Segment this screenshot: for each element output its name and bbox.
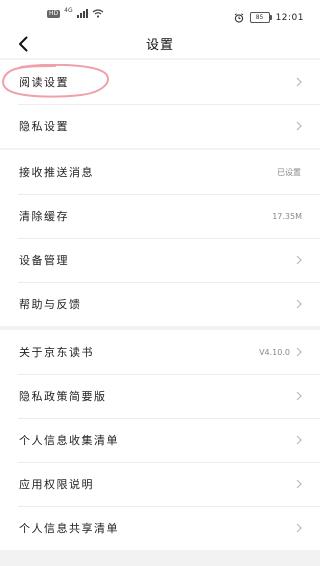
- settings-group-app: 接收推送消息 已设置 清除缓存 17.35M 设备管理 帮助与反馈: [0, 150, 320, 326]
- settings-item-label: 帮助与反馈: [19, 298, 82, 311]
- settings-item-label: 个人信息共享清单: [19, 522, 119, 535]
- chevron-right-icon: [296, 121, 302, 131]
- nav-bar: 设置: [0, 30, 320, 58]
- chevron-right-icon: [296, 479, 302, 489]
- settings-item-label: 设备管理: [19, 254, 69, 267]
- settings-item-devices[interactable]: 设备管理: [0, 238, 320, 282]
- settings-item-clear-cache[interactable]: 清除缓存 17.35M: [0, 194, 320, 238]
- settings-group-general: 阅读设置 隐私设置: [0, 60, 320, 148]
- hd-badge: HD: [47, 9, 61, 18]
- chevron-right-icon: [296, 523, 302, 533]
- app-version-value: V4.10.0: [259, 347, 290, 357]
- settings-item-label: 隐私政策简要版: [19, 390, 107, 403]
- network-type: 4G: [64, 7, 73, 14]
- settings-item-label: 清除缓存: [19, 210, 69, 223]
- chevron-right-icon: [296, 299, 302, 309]
- alarm-icon: [234, 8, 244, 27]
- clock: 12:01: [275, 12, 304, 23]
- chevron-right-icon: [296, 391, 302, 401]
- chevron-right-icon: [296, 77, 302, 87]
- settings-item-help[interactable]: 帮助与反馈: [0, 282, 320, 326]
- settings-item-privacy[interactable]: 隐私设置: [0, 104, 320, 148]
- settings-item-reading[interactable]: 阅读设置: [0, 60, 320, 104]
- status-right: 85 12:01: [234, 8, 304, 27]
- battery-icon: 85: [249, 12, 272, 23]
- status-left: HD 4G: [47, 7, 104, 18]
- settings-group-about: 关于京东读书 V4.10.0 隐私政策简要版 个人信息收集清单 应用权限说明 个…: [0, 330, 320, 550]
- settings-item-label: 应用权限说明: [19, 478, 94, 491]
- settings-item-about[interactable]: 关于京东读书 V4.10.0: [0, 330, 320, 374]
- chevron-right-icon: [296, 255, 302, 265]
- page-title: 设置: [145, 38, 174, 53]
- chevron-right-icon: [296, 435, 302, 445]
- settings-item-permissions[interactable]: 应用权限说明: [0, 462, 320, 506]
- settings-item-info-sharing[interactable]: 个人信息共享清单: [0, 506, 320, 550]
- signal-icon: [76, 9, 88, 18]
- settings-item-label: 阅读设置: [19, 76, 69, 89]
- wifi-icon: [92, 9, 104, 18]
- cache-size-value: 17.35M: [272, 211, 302, 221]
- push-status-value: 已设置: [277, 167, 301, 177]
- status-bar: HD 4G 85 12:01: [0, 0, 320, 30]
- chevron-right-icon: [296, 347, 302, 357]
- settings-item-label: 个人信息收集清单: [19, 434, 119, 447]
- settings-item-push[interactable]: 接收推送消息 已设置: [0, 150, 320, 194]
- settings-item-privacy-policy[interactable]: 隐私政策简要版: [0, 374, 320, 418]
- settings-item-label: 接收推送消息: [19, 166, 94, 179]
- settings-item-label: 关于京东读书: [19, 346, 94, 359]
- settings-item-info-collection[interactable]: 个人信息收集清单: [0, 418, 320, 462]
- settings-item-label: 隐私设置: [19, 120, 69, 133]
